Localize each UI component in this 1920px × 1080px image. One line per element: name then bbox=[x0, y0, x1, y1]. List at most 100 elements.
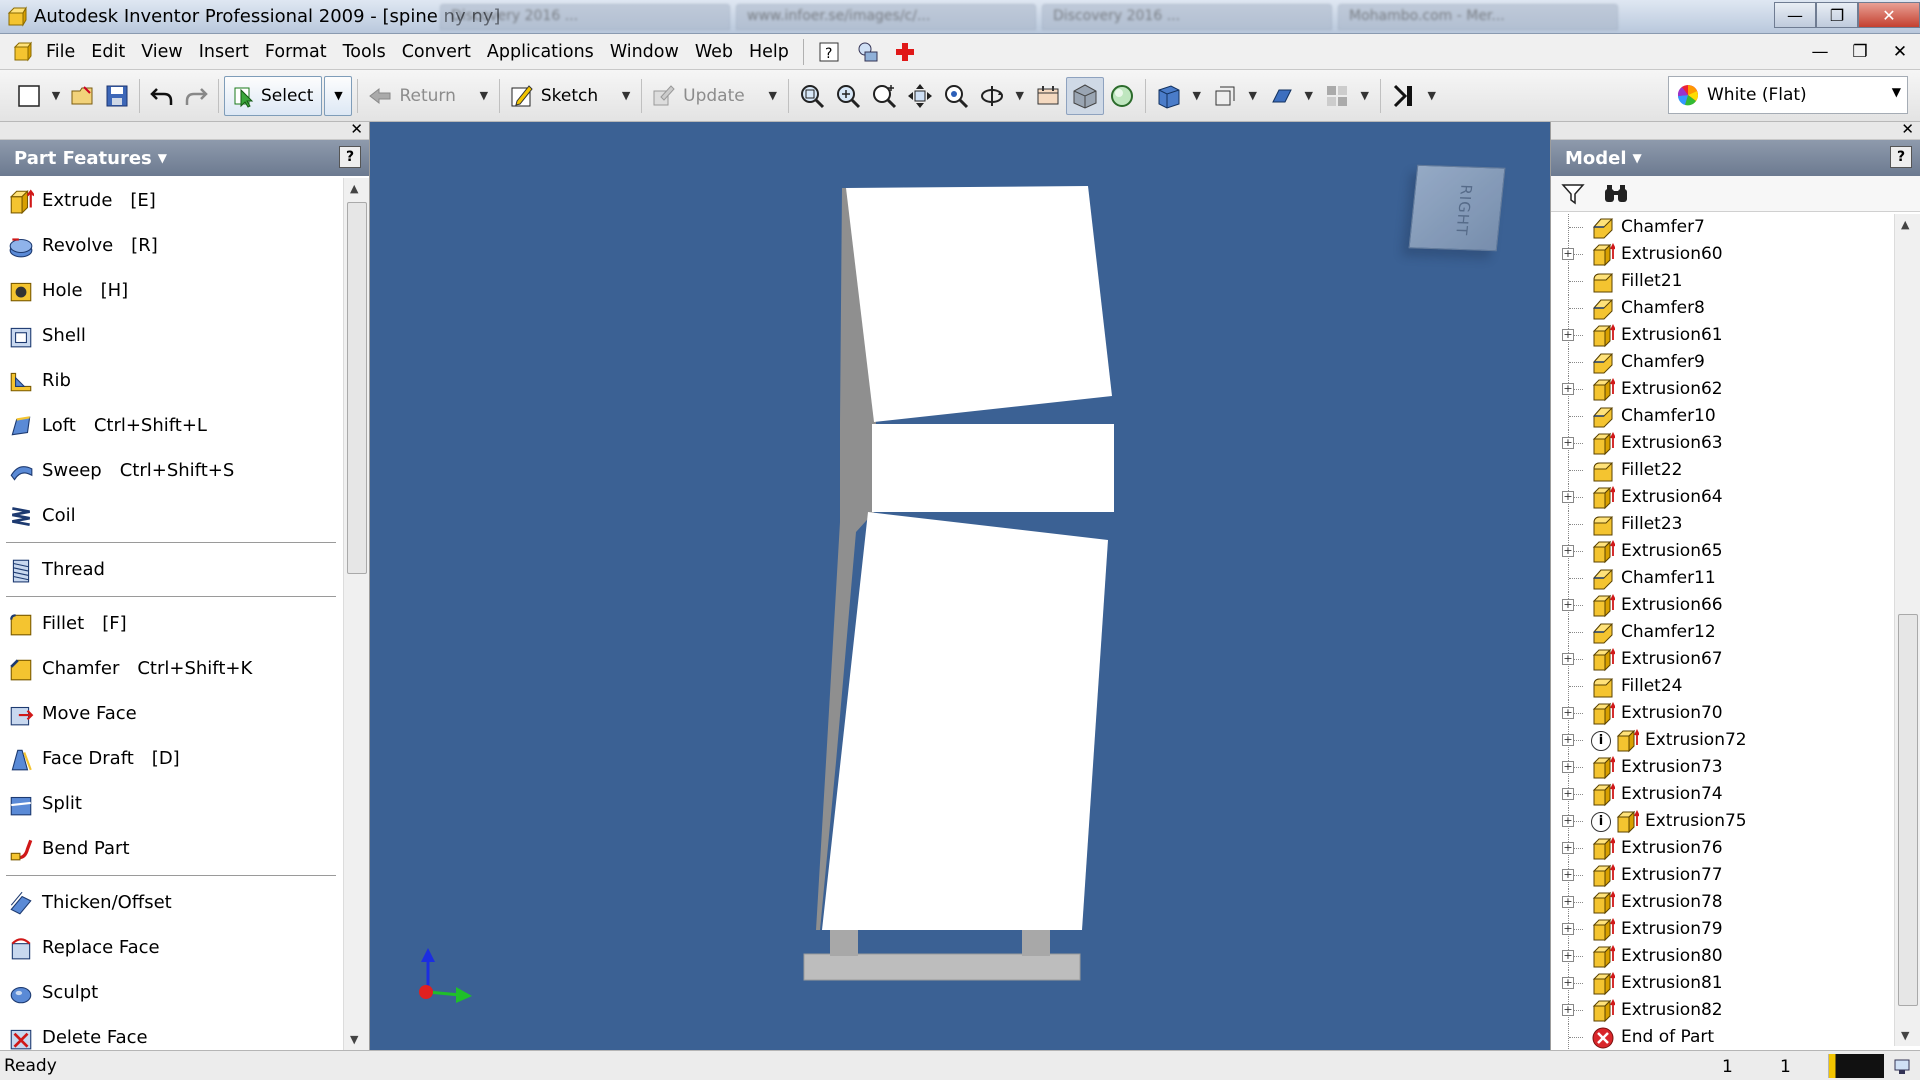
menu-tools[interactable]: Tools bbox=[335, 34, 394, 70]
tree-node-extrusion80[interactable]: + Extrusion80 bbox=[1551, 943, 1891, 970]
feature-bend-part[interactable]: Bend Part bbox=[0, 826, 342, 871]
tree-node-extrusion72[interactable]: + i Extrusion72 bbox=[1551, 727, 1891, 754]
tree-node-extrusion74[interactable]: + Extrusion74 bbox=[1551, 781, 1891, 808]
inventor-app-icon[interactable] bbox=[6, 5, 28, 28]
feature-thicken-offset[interactable]: Thicken/Offset bbox=[0, 880, 342, 925]
feature-shell[interactable]: Shell bbox=[0, 313, 342, 358]
expand-plus-icon[interactable]: + bbox=[1562, 977, 1574, 989]
camera-view-button[interactable] bbox=[1151, 77, 1187, 115]
expand-plus-icon[interactable]: + bbox=[1562, 950, 1574, 962]
feature-fillet[interactable]: Fillet [F] bbox=[0, 601, 342, 646]
look-at-button[interactable] bbox=[1030, 77, 1066, 115]
close-icon[interactable]: ✕ bbox=[1901, 120, 1914, 138]
tree-node-end-of-part[interactable]: End of Part bbox=[1551, 1024, 1891, 1050]
expand-plus-icon[interactable]: + bbox=[1562, 383, 1574, 395]
feature-revolve[interactable]: Revolve [R] bbox=[0, 223, 342, 268]
menu-format[interactable]: Format bbox=[257, 34, 335, 70]
restore-button[interactable]: ❐ bbox=[1816, 2, 1858, 28]
tree-node-extrusion76[interactable]: + Extrusion76 bbox=[1551, 835, 1891, 862]
zoom-selected-button[interactable] bbox=[938, 77, 974, 115]
viewcube[interactable]: RIGHT bbox=[1408, 164, 1506, 252]
scroll-down-icon[interactable]: ▼ bbox=[350, 1033, 358, 1046]
expand-plus-icon[interactable]: + bbox=[1562, 788, 1574, 800]
tree-node-extrusion78[interactable]: + Extrusion78 bbox=[1551, 889, 1891, 916]
tree-node-extrusion77[interactable]: + Extrusion77 bbox=[1551, 862, 1891, 889]
grid-dropdown[interactable]: ▼ bbox=[1355, 77, 1375, 115]
tree-node-extrusion62[interactable]: + Extrusion62 bbox=[1551, 376, 1891, 403]
rotate-button[interactable] bbox=[974, 77, 1010, 115]
scrollbar-thumb[interactable] bbox=[347, 202, 367, 574]
expand-plus-icon[interactable]: + bbox=[1562, 707, 1574, 719]
tree-node-extrusion60[interactable]: + Extrusion60 bbox=[1551, 241, 1891, 268]
section-view-button[interactable] bbox=[1207, 77, 1243, 115]
doc-minimize-button[interactable]: — bbox=[1800, 34, 1840, 70]
menu-web[interactable]: Web bbox=[687, 34, 741, 70]
help-button[interactable]: ? bbox=[1890, 146, 1912, 168]
expand-plus-icon[interactable]: + bbox=[1562, 1004, 1574, 1016]
tree-node-chamfer8[interactable]: Chamfer8 bbox=[1551, 295, 1891, 322]
return-button[interactable]: Return bbox=[363, 77, 459, 115]
ilogic-button[interactable] bbox=[1386, 77, 1422, 115]
info-warning-icon[interactable]: i bbox=[1591, 812, 1611, 832]
tree-node-extrusion81[interactable]: + Extrusion81 bbox=[1551, 970, 1891, 997]
tree-node-fillet24[interactable]: Fillet24 bbox=[1551, 673, 1891, 700]
expand-plus-icon[interactable]: + bbox=[1562, 248, 1574, 260]
doc-close-button[interactable]: ✕ bbox=[1880, 34, 1920, 70]
shadow-display-button[interactable] bbox=[1104, 77, 1140, 115]
feature-face-draft[interactable]: Face Draft [D] bbox=[0, 736, 342, 781]
feature-loft[interactable]: Loft Ctrl+Shift+L bbox=[0, 403, 342, 448]
menu-insert[interactable]: Insert bbox=[191, 34, 257, 70]
rotate-dropdown[interactable]: ▼ bbox=[1010, 77, 1030, 115]
save-button[interactable] bbox=[100, 77, 134, 115]
tree-node-extrusion67[interactable]: + Extrusion67 bbox=[1551, 646, 1891, 673]
feature-chamfer[interactable]: Chamfer Ctrl+Shift+K bbox=[0, 646, 342, 691]
scroll-up-icon[interactable]: ▲ bbox=[1901, 218, 1909, 231]
menu-applications[interactable]: Applications bbox=[479, 34, 602, 70]
undo-button[interactable] bbox=[145, 77, 179, 115]
feature-replace-face[interactable]: Replace Face bbox=[0, 925, 342, 970]
ilogic-dropdown[interactable]: ▼ bbox=[1422, 77, 1442, 115]
tree-node-chamfer7[interactable]: Chamfer7 bbox=[1551, 214, 1891, 241]
feature-extrude[interactable]: Extrude [E] bbox=[0, 178, 342, 223]
plane-button[interactable] bbox=[1263, 77, 1299, 115]
graphics-viewport[interactable]: RIGHT bbox=[370, 122, 1550, 1050]
select-button[interactable]: Select bbox=[224, 75, 323, 116]
new-dropdown[interactable]: ▼ bbox=[46, 77, 66, 115]
tree-node-chamfer10[interactable]: Chamfer10 bbox=[1551, 403, 1891, 430]
feature-delete-face[interactable]: Delete Face bbox=[0, 1015, 342, 1050]
binoculars-icon[interactable] bbox=[1603, 183, 1629, 205]
feature-sculpt[interactable]: Sculpt bbox=[0, 970, 342, 1015]
panel-grip[interactable]: ✕ bbox=[0, 120, 369, 140]
filter-icon[interactable] bbox=[1561, 183, 1585, 205]
feature-move-face[interactable]: Move Face bbox=[0, 691, 342, 736]
expand-plus-icon[interactable]: + bbox=[1562, 599, 1574, 611]
menu-file[interactable]: File bbox=[38, 34, 83, 70]
update-button[interactable]: Update bbox=[647, 77, 749, 115]
tree-node-chamfer9[interactable]: Chamfer9 bbox=[1551, 349, 1891, 376]
tree-node-extrusion66[interactable]: + Extrusion66 bbox=[1551, 592, 1891, 619]
whats-this-button[interactable]: ? bbox=[816, 39, 842, 65]
close-button[interactable]: ✕ bbox=[1858, 2, 1920, 28]
feature-split[interactable]: Split bbox=[0, 781, 342, 826]
scroll-up-icon[interactable]: ▲ bbox=[350, 182, 358, 195]
tree-node-extrusion82[interactable]: + Extrusion82 bbox=[1551, 997, 1891, 1024]
redo-button[interactable] bbox=[179, 77, 213, 115]
expand-plus-icon[interactable]: + bbox=[1562, 653, 1574, 665]
pan-button[interactable] bbox=[902, 77, 938, 115]
camera-view-dropdown[interactable]: ▼ bbox=[1187, 77, 1207, 115]
scroll-down-icon[interactable]: ▼ bbox=[1901, 1029, 1909, 1042]
expand-plus-icon[interactable]: + bbox=[1562, 437, 1574, 449]
expand-plus-icon[interactable]: + bbox=[1562, 491, 1574, 503]
plane-dropdown[interactable]: ▼ bbox=[1299, 77, 1319, 115]
scrollbar-thumb[interactable] bbox=[1898, 614, 1918, 1006]
feature-hole[interactable]: Hole [H] bbox=[0, 268, 342, 313]
feature-rib[interactable]: Rib bbox=[0, 358, 342, 403]
doc-restore-button[interactable]: ❐ bbox=[1840, 34, 1880, 70]
return-dropdown[interactable]: ▼ bbox=[474, 77, 494, 115]
open-button[interactable] bbox=[66, 77, 100, 115]
sketch-button[interactable]: Sketch bbox=[505, 77, 602, 115]
feature-thread[interactable]: Thread bbox=[0, 547, 342, 592]
sketch-dropdown[interactable]: ▼ bbox=[616, 77, 636, 115]
tree-node-extrusion75[interactable]: + i Extrusion75 bbox=[1551, 808, 1891, 835]
tree-node-extrusion70[interactable]: + Extrusion70 bbox=[1551, 700, 1891, 727]
